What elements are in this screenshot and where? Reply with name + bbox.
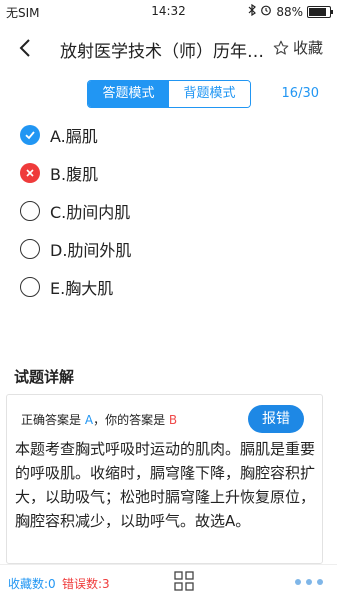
mode-row: 答题模式 背题模式 16/30 <box>0 80 337 108</box>
page-title: 放射医学技术（师）历年… <box>60 42 264 62</box>
battery-icon <box>307 5 333 18</box>
radio-empty-icon <box>20 277 40 297</box>
battery-percent: 88% <box>276 4 303 19</box>
question-grid-button[interactable] <box>174 571 194 591</box>
option-label: B.腹肌 <box>50 165 99 184</box>
option-label: E.胸大肌 <box>50 279 114 298</box>
tab-recite-mode[interactable]: 背题模式 <box>169 81 250 107</box>
answer-summary: 正确答案是 A，你的答案是 B <box>21 411 177 428</box>
favorite-label: 收藏 <box>292 39 323 57</box>
option-label: A.膈肌 <box>50 127 98 146</box>
alarm-icon <box>260 4 272 19</box>
mode-switch: 答题模式 背题模式 <box>87 80 251 108</box>
option-label: C.肋间内肌 <box>50 203 131 222</box>
option-label: D.肋间外肌 <box>50 241 132 260</box>
favorite-button[interactable]: 收藏 <box>272 37 323 58</box>
status-bar: 无SIM 14:32 88% <box>0 0 337 24</box>
option-a[interactable]: A.膈肌 <box>0 116 337 154</box>
star-icon <box>273 40 289 55</box>
bluetooth-icon <box>248 3 257 19</box>
option-c[interactable]: C.肋间内肌 <box>0 192 337 230</box>
chevron-left-icon <box>19 39 30 57</box>
check-icon <box>20 125 40 145</box>
option-b[interactable]: B.腹肌 <box>0 154 337 192</box>
report-error-button[interactable]: 报错 <box>248 405 304 433</box>
answer-card: 正确答案是 A，你的答案是 B 报错 本题考查胸式呼吸时运动的肌肉。膈肌是重要的… <box>6 394 323 564</box>
section-title: 试题详解 <box>14 368 75 386</box>
errors-count[interactable]: 错误数:3 <box>62 575 110 592</box>
correct-prefix: 正确答案是 <box>21 413 82 427</box>
your-answer: B <box>168 413 178 427</box>
option-e[interactable]: E.胸大肌 <box>0 268 337 306</box>
more-icon[interactable] <box>295 579 323 585</box>
option-list: A.膈肌 B.腹肌 C.肋间内肌 D.肋间外肌 E.胸大肌 <box>0 116 337 306</box>
question-progress: 16/30 <box>281 86 319 101</box>
header: 放射医学技术（师）历年… 收藏 <box>0 24 337 72</box>
favorites-count[interactable]: 收藏数:0 <box>8 575 56 592</box>
option-d[interactable]: D.肋间外肌 <box>0 230 337 268</box>
tab-answer-mode[interactable]: 答题模式 <box>88 81 169 107</box>
radio-empty-icon <box>20 201 40 221</box>
your-prefix: ，你的答案是 <box>93 413 166 427</box>
bottom-bar: 收藏数:0 错误数:3 <box>0 564 337 601</box>
status-icons: 88% <box>248 3 333 19</box>
grid-icon <box>174 571 194 591</box>
cross-icon <box>20 163 40 183</box>
explanation-text: 本题考查胸式呼吸时运动的肌肉。膈肌是重要的呼吸肌。收缩时，膈穹隆下降，胸腔容积扩… <box>15 440 316 530</box>
back-button[interactable] <box>14 36 38 60</box>
radio-empty-icon <box>20 239 40 259</box>
correct-answer: A <box>84 413 94 427</box>
